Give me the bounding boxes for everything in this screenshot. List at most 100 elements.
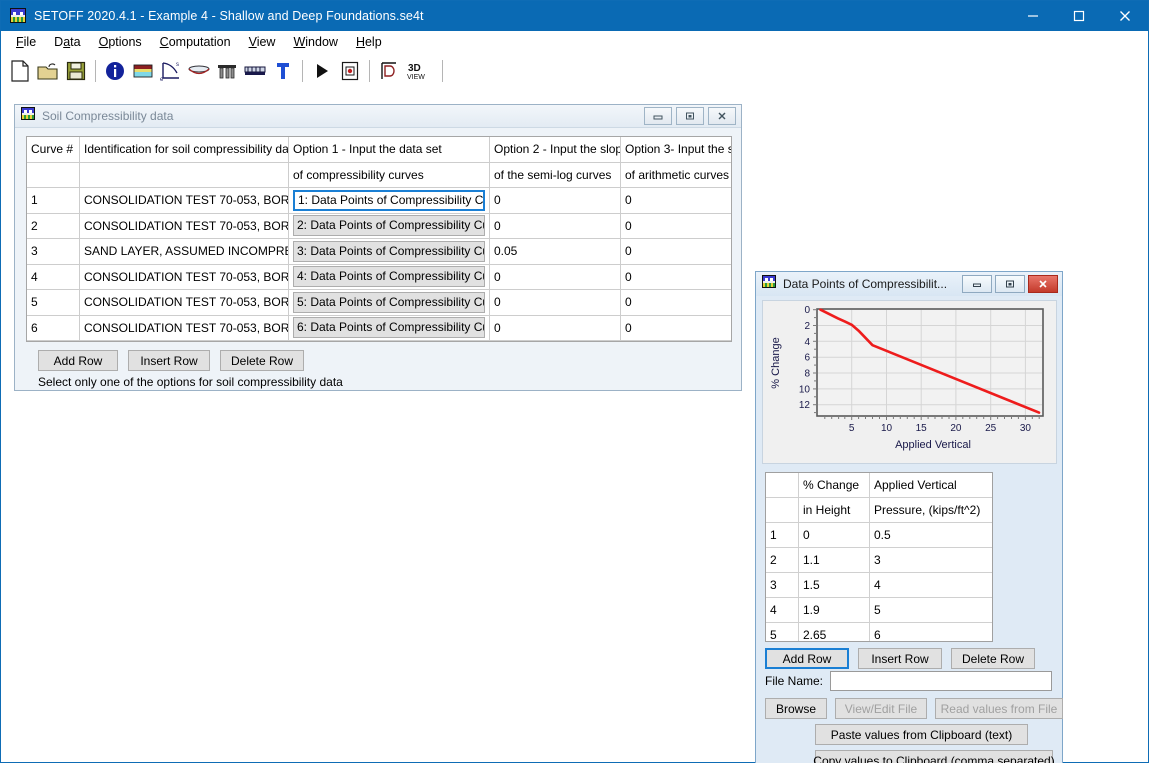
soil-window-row-buttons: Add Row Insert Row Delete Row [38, 350, 304, 371]
close-icon[interactable] [708, 107, 736, 125]
close-icon[interactable] [1102, 1, 1148, 31]
soil-compressibility-table[interactable]: Curve # Identification for soil compress… [26, 136, 732, 342]
option1-button[interactable]: 1: Data Points of Compressibility Curve [293, 190, 485, 211]
pile-icon[interactable] [269, 57, 297, 85]
dp-cell-change[interactable]: 1.9 [799, 598, 870, 623]
menu-item-computation[interactable]: Computation [151, 33, 240, 51]
mat-foundation-icon[interactable] [241, 57, 269, 85]
dp-cell-pressure[interactable]: 4 [870, 573, 994, 598]
table-row[interactable]: 3 1.5 4 [766, 573, 993, 598]
soil-compressibility-window: Soil Compressibility data Curv [14, 104, 742, 391]
minimize-icon[interactable] [962, 275, 992, 293]
report-icon[interactable] [336, 57, 364, 85]
cell-identification[interactable]: SAND LAYER, ASSUMED INCOMPRES [80, 239, 289, 265]
cell-identification[interactable]: CONSOLIDATION TEST 70-053, BORIN [80, 315, 289, 341]
column-header-option1-line2: of compressibility curves [289, 162, 490, 188]
cell-option1[interactable]: 1: Data Points of Compressibility Curve [289, 188, 490, 214]
dp-cell-pressure[interactable]: 6 [870, 623, 994, 643]
drawing-icon[interactable] [375, 57, 403, 85]
paste-values-button[interactable]: Paste values from Clipboard (text) [815, 724, 1028, 745]
cell-option1[interactable]: 3: Data Points of Compressibility Curve [289, 239, 490, 265]
file-name-input[interactable] [830, 671, 1052, 691]
delete-row-button[interactable]: Delete Row [220, 350, 304, 371]
cell-option1[interactable]: 4: Data Points of Compressibility Curve [289, 264, 490, 290]
table-row[interactable]: 1 CONSOLIDATION TEST 70-053, BORIN 1: Da… [27, 188, 732, 214]
browse-button[interactable]: Browse [765, 698, 827, 719]
option1-button[interactable]: 3: Data Points of Compressibility Curve [293, 241, 485, 262]
soil-window-title-bar[interactable]: Soil Compressibility data [15, 105, 741, 128]
cell-option3[interactable]: 0 [621, 264, 733, 290]
table-row[interactable]: 3 SAND LAYER, ASSUMED INCOMPRES 3: Data … [27, 239, 732, 265]
cell-option1[interactable]: 6: Data Points of Compressibility Curve [289, 315, 490, 341]
table-row[interactable]: 5 2.65 6 [766, 623, 993, 643]
maximize-icon[interactable] [1056, 1, 1102, 31]
option1-button[interactable]: 2: Data Points of Compressibility Curve [293, 215, 485, 236]
add-row-button[interactable]: Add Row [38, 350, 118, 371]
dialog-title-bar[interactable]: Data Points of Compressibilit... [756, 272, 1062, 296]
cell-option3[interactable]: 0 [621, 290, 733, 316]
curve-plot-icon[interactable]: se [157, 57, 185, 85]
option1-button[interactable]: 5: Data Points of Compressibility Curve [293, 292, 485, 313]
dp-cell-pressure[interactable]: 5 [870, 598, 994, 623]
menu-item-data[interactable]: Data [45, 33, 89, 51]
run-icon[interactable] [308, 57, 336, 85]
minimize-icon[interactable] [1010, 1, 1056, 31]
copy-values-button[interactable]: Copy values to Clipboard (comma separate… [815, 750, 1053, 763]
dp-cell-pressure[interactable]: 0.5 [870, 523, 994, 548]
menu-item-file[interactable]: File [7, 33, 45, 51]
dp-cell-change[interactable]: 0 [799, 523, 870, 548]
save-disk-icon[interactable] [62, 57, 90, 85]
cell-option3[interactable]: 0 [621, 188, 733, 214]
cell-option1[interactable]: 5: Data Points of Compressibility Curve [289, 290, 490, 316]
cell-identification[interactable]: CONSOLIDATION TEST 70-053, BORIN [80, 264, 289, 290]
dialog-add-row-button[interactable]: Add Row [765, 648, 849, 669]
table-row[interactable]: 4 1.9 5 [766, 598, 993, 623]
insert-row-button[interactable]: Insert Row [128, 350, 210, 371]
dialog-delete-row-button[interactable]: Delete Row [951, 648, 1035, 669]
cell-option2[interactable]: 0 [490, 290, 621, 316]
menu-item-window[interactable]: Window [284, 33, 346, 51]
open-folder-icon[interactable] [34, 57, 62, 85]
shallow-footing-icon[interactable] [185, 57, 213, 85]
info-icon[interactable] [101, 57, 129, 85]
restore-icon[interactable] [995, 275, 1025, 293]
table-row[interactable]: 5 CONSOLIDATION TEST 70-053, BORIN 5: Da… [27, 290, 732, 316]
minimize-icon[interactable] [644, 107, 672, 125]
dp-cell-change[interactable]: 1.1 [799, 548, 870, 573]
table-row[interactable]: 4 CONSOLIDATION TEST 70-053, BORIN 4: Da… [27, 264, 732, 290]
cell-option2[interactable]: 0 [490, 264, 621, 290]
column-header-identification: Identification for soil compressibility … [80, 137, 289, 162]
restore-icon[interactable] [676, 107, 704, 125]
cell-option3[interactable]: 0 [621, 315, 733, 341]
cell-option2[interactable]: 0.05 [490, 239, 621, 265]
dp-cell-change[interactable]: 1.5 [799, 573, 870, 598]
deep-pile-icon[interactable] [213, 57, 241, 85]
cell-option3[interactable]: 0 [621, 213, 733, 239]
table-row[interactable]: 6 CONSOLIDATION TEST 70-053, BORIN 6: Da… [27, 315, 732, 341]
close-icon[interactable] [1028, 275, 1058, 293]
menu-item-help[interactable]: Help [347, 33, 391, 51]
table-row[interactable]: 1 0 0.5 [766, 523, 993, 548]
option1-button[interactable]: 6: Data Points of Compressibility Curve [293, 317, 485, 338]
cell-option3[interactable]: 0 [621, 239, 733, 265]
dp-cell-pressure[interactable]: 3 [870, 548, 994, 573]
cell-identification[interactable]: CONSOLIDATION TEST 70-053, BORIN [80, 290, 289, 316]
cell-option1[interactable]: 2: Data Points of Compressibility Curve [289, 213, 490, 239]
column-header-option1: Option 1 - Input the data set [289, 137, 490, 162]
data-points-table[interactable]: % Change Applied Vertical in Height Pres… [765, 472, 993, 642]
option1-button[interactable]: 4: Data Points of Compressibility Curve [293, 266, 485, 287]
new-file-icon[interactable] [6, 57, 34, 85]
cell-option2[interactable]: 0 [490, 213, 621, 239]
menu-item-view[interactable]: View [240, 33, 285, 51]
cell-option2[interactable]: 0 [490, 188, 621, 214]
dp-cell-change[interactable]: 2.65 [799, 623, 870, 643]
cell-identification[interactable]: CONSOLIDATION TEST 70-053, BORIN [80, 188, 289, 214]
table-row[interactable]: 2 1.1 3 [766, 548, 993, 573]
table-row[interactable]: 2 CONSOLIDATION TEST 70-053, BORIN 2: Da… [27, 213, 732, 239]
menu-item-options[interactable]: Options [90, 33, 151, 51]
cell-identification[interactable]: CONSOLIDATION TEST 70-053, BORIN [80, 213, 289, 239]
dialog-insert-row-button[interactable]: Insert Row [858, 648, 942, 669]
3d-view-icon[interactable]: 3DVIEW [403, 57, 437, 85]
soil-layers-icon[interactable] [129, 57, 157, 85]
cell-option2[interactable]: 0 [490, 315, 621, 341]
